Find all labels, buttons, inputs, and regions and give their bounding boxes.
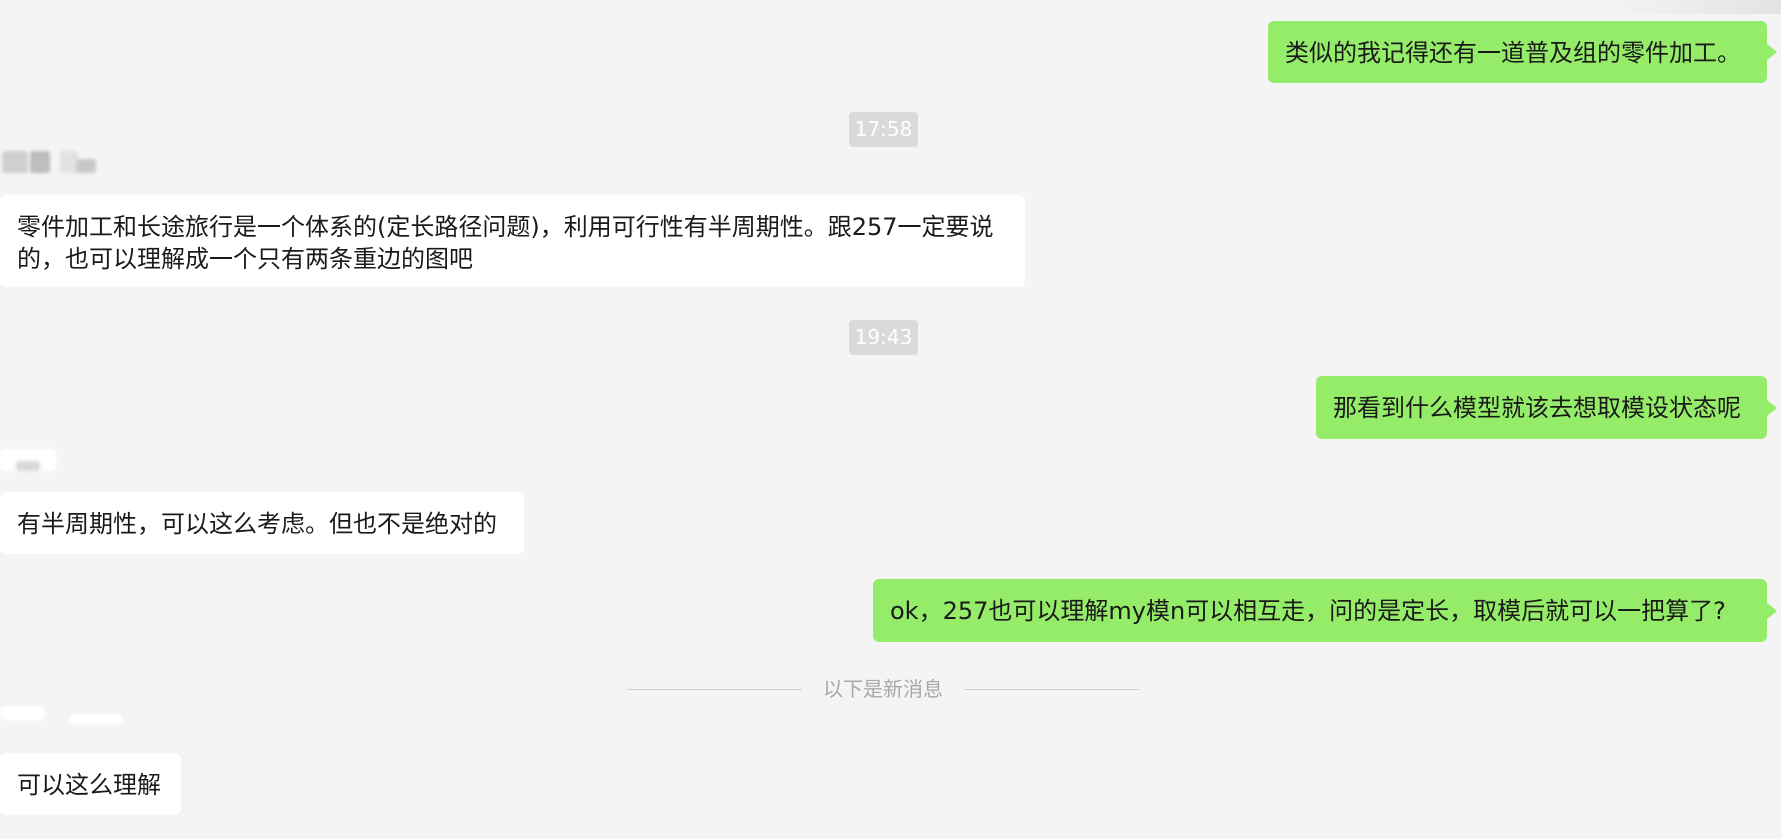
sender-name-blurred bbox=[0, 449, 60, 479]
divider-line bbox=[964, 689, 1139, 690]
timestamp: 17:58 bbox=[849, 112, 918, 147]
my-message-bubble[interactable]: 类似的我记得还有一道普及组的零件加工。 bbox=[1268, 21, 1777, 83]
sender-name-blurred bbox=[0, 706, 125, 736]
my-message-bubble[interactable]: 那看到什么模型就该去想取模设状态呢 bbox=[1316, 376, 1777, 439]
other-message-bubble[interactable]: 零件加工和长途旅行是一个体系的(定长路径问题)，利用可行性有半周期性。跟257一… bbox=[0, 195, 1025, 287]
other-message-bubble[interactable]: 可以这么理解 bbox=[0, 753, 181, 815]
new-messages-divider: 以下是新消息 bbox=[627, 676, 1139, 702]
my-message-bubble[interactable]: ok，257也可以理解my模n可以相互走，问的是定长，取模后就可以一把算了? bbox=[873, 579, 1777, 642]
other-message-bubble[interactable]: 有半周期性，可以这么考虑。但也不是绝对的 bbox=[0, 492, 524, 554]
window-edge-shadow bbox=[1601, 0, 1781, 14]
sender-name-blurred bbox=[0, 151, 100, 181]
timestamp: 19:43 bbox=[849, 320, 918, 355]
chat-area: 类似的我记得还有一道普及组的零件加工。 17:58 零件加工和长途旅行是一个体系… bbox=[0, 0, 1781, 839]
